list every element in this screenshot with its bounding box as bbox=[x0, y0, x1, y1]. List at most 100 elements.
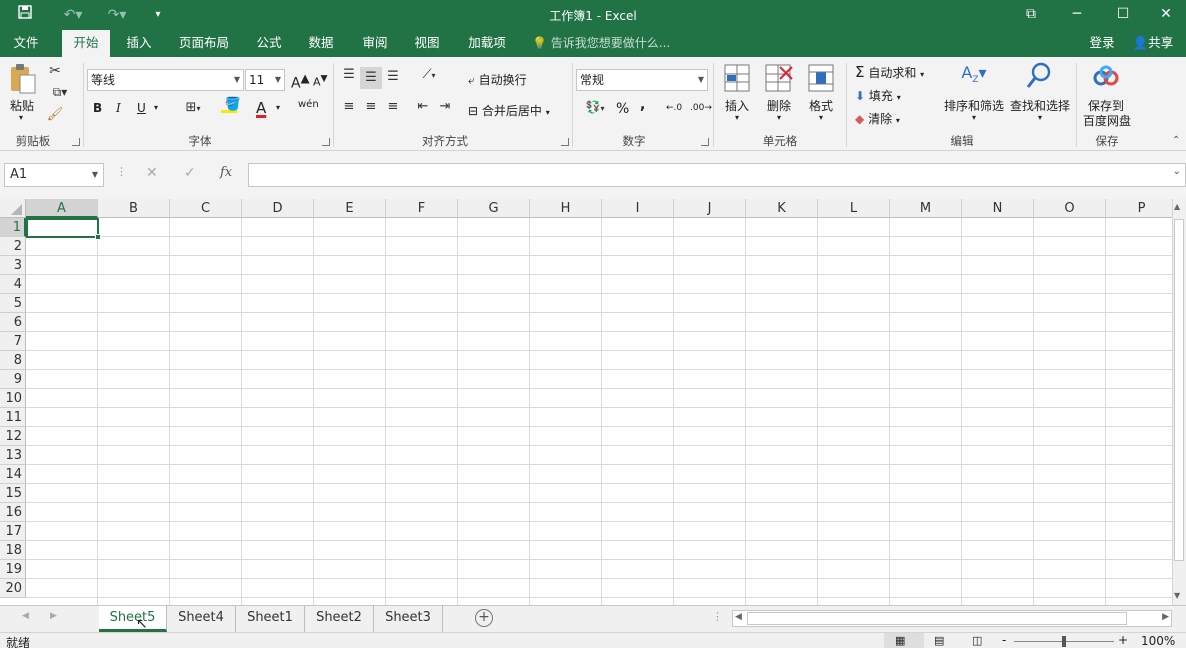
zoom-in-button[interactable]: + bbox=[1118, 633, 1128, 647]
row-header-15[interactable]: 15 bbox=[0, 484, 26, 503]
column-header-d[interactable]: D bbox=[242, 199, 314, 218]
tab-review[interactable]: 审阅 bbox=[354, 30, 396, 57]
shrink-font-button[interactable]: A▼ bbox=[313, 73, 328, 89]
grow-font-button[interactable]: A▲ bbox=[291, 71, 310, 92]
align-bottom-icon[interactable]: ☰ bbox=[384, 69, 402, 84]
row-header-6[interactable]: 6 bbox=[0, 313, 26, 332]
horizontal-scrollbar[interactable]: ◀ ▶ bbox=[732, 610, 1172, 627]
fill-button[interactable]: ⬇ 填充 ▾ bbox=[855, 87, 901, 104]
tell-me-box[interactable]: 💡 告诉我您想要做什么... bbox=[532, 30, 672, 57]
share-button[interactable]: 👤共享 bbox=[1126, 30, 1180, 57]
increase-indent-icon[interactable]: ⇥ bbox=[436, 99, 454, 114]
find-select-label[interactable]: 查找和选择 bbox=[1010, 97, 1070, 114]
underline-dropdown-icon[interactable]: ▾ bbox=[154, 103, 158, 112]
copy-icon[interactable]: ⧉▾ bbox=[46, 85, 74, 100]
column-header-g[interactable]: G bbox=[458, 199, 530, 218]
fill-handle[interactable] bbox=[95, 234, 101, 240]
row-header-1[interactable]: 1 bbox=[0, 218, 26, 237]
vertical-scrollbar[interactable]: ▲ ▼ bbox=[1172, 199, 1186, 605]
more-options-icon[interactable]: ⋮ bbox=[116, 165, 127, 178]
paste-dropdown-icon[interactable]: ▾ bbox=[19, 113, 23, 122]
add-sheet-button[interactable]: + bbox=[475, 609, 493, 627]
row-header-2[interactable]: 2 bbox=[0, 237, 26, 256]
column-header-b[interactable]: B bbox=[98, 199, 170, 218]
prev-sheet-icon[interactable]: ◀ bbox=[22, 611, 29, 621]
column-header-n[interactable]: N bbox=[962, 199, 1034, 218]
column-header-f[interactable]: F bbox=[386, 199, 458, 218]
orientation-icon[interactable]: ⟋▾ bbox=[414, 67, 444, 82]
confirm-entry-icon[interactable]: ✓ bbox=[184, 165, 196, 181]
login-link[interactable]: 登录 bbox=[1084, 30, 1120, 57]
column-header-o[interactable]: O bbox=[1034, 199, 1106, 218]
sheet-tab-sheet4[interactable]: Sheet4 bbox=[167, 606, 236, 632]
column-header-m[interactable]: M bbox=[890, 199, 962, 218]
row-header-16[interactable]: 16 bbox=[0, 503, 26, 522]
column-header-j[interactable]: J bbox=[674, 199, 746, 218]
decrease-indent-icon[interactable]: ⇤ bbox=[414, 99, 432, 114]
select-all-button[interactable] bbox=[0, 199, 26, 218]
row-header-20[interactable]: 20 bbox=[0, 579, 26, 598]
delete-cells-label[interactable]: 删除 bbox=[767, 97, 791, 114]
zoom-level[interactable]: 100% bbox=[1141, 634, 1175, 648]
align-middle-icon[interactable]: ☰ bbox=[360, 67, 382, 89]
phonetic-button[interactable]: wén bbox=[298, 99, 319, 110]
tab-home[interactable]: 开始 bbox=[62, 30, 110, 57]
row-header-13[interactable]: 13 bbox=[0, 446, 26, 465]
font-color-dropdown-icon[interactable]: ▾ bbox=[276, 103, 280, 112]
clear-button[interactable]: ◆ 清除 ▾ bbox=[855, 110, 900, 127]
vertical-scroll-thumb[interactable] bbox=[1174, 219, 1184, 561]
tab-formulas[interactable]: 公式 bbox=[248, 30, 290, 57]
align-top-icon[interactable]: ☰ bbox=[340, 67, 358, 82]
insert-cells-label[interactable]: 插入 bbox=[725, 97, 749, 114]
insert-function-button[interactable]: fx bbox=[220, 165, 232, 180]
baidu-netdisk-label[interactable]: 百度网盘 bbox=[1083, 112, 1131, 129]
wrap-text-button[interactable]: ⤶ 自动换行 bbox=[468, 71, 527, 88]
scroll-up-icon[interactable]: ▲ bbox=[1174, 202, 1180, 211]
autosum-button[interactable]: Σ 自动求和 ▾ bbox=[855, 63, 924, 81]
row-header-19[interactable]: 19 bbox=[0, 560, 26, 579]
scroll-right-icon[interactable]: ▶ bbox=[1162, 612, 1169, 622]
sheet-tab-sheet1[interactable]: Sheet1 bbox=[236, 606, 305, 632]
font-size-select[interactable]: 11 ▼ bbox=[245, 69, 285, 91]
comma-button[interactable]: , bbox=[640, 97, 645, 113]
active-cell[interactable] bbox=[26, 218, 101, 240]
decrease-decimal-button[interactable]: .00→ bbox=[690, 103, 712, 113]
row-header-9[interactable]: 9 bbox=[0, 370, 26, 389]
tab-split-handle-icon[interactable]: ⋮ bbox=[712, 610, 723, 623]
increase-decimal-button[interactable]: ←.0 bbox=[666, 103, 682, 113]
tab-file[interactable]: 文件 bbox=[0, 30, 52, 57]
scroll-left-icon[interactable]: ◀ bbox=[735, 612, 742, 622]
sort-filter-icon[interactable]: AZ▾ bbox=[958, 63, 990, 85]
number-format-select[interactable]: 常规 ▼ bbox=[576, 69, 708, 91]
column-header-p[interactable]: P bbox=[1106, 199, 1172, 218]
formula-input[interactable]: ⌄ bbox=[248, 163, 1186, 187]
row-header-17[interactable]: 17 bbox=[0, 522, 26, 541]
tab-addins[interactable]: 加载项 bbox=[460, 30, 514, 57]
merge-center-button[interactable]: ⊟ 合并后居中 ▾ bbox=[468, 102, 550, 119]
cut-icon[interactable]: ✂ bbox=[46, 63, 64, 79]
row-header-3[interactable]: 3 bbox=[0, 256, 26, 275]
tab-page-layout[interactable]: 页面布局 bbox=[172, 30, 236, 57]
minimize-button[interactable]: ─ bbox=[1054, 0, 1100, 30]
paste-label[interactable]: 粘贴 bbox=[10, 97, 34, 114]
insert-cells-icon[interactable] bbox=[722, 63, 752, 96]
percent-button[interactable]: % bbox=[616, 101, 629, 117]
name-box[interactable]: A1 ▼ bbox=[4, 163, 104, 187]
column-header-h[interactable]: H bbox=[530, 199, 602, 218]
zoom-slider-thumb[interactable] bbox=[1062, 636, 1066, 647]
row-header-5[interactable]: 5 bbox=[0, 294, 26, 313]
tab-insert[interactable]: 插入 bbox=[116, 30, 162, 57]
align-left-icon[interactable]: ≡ bbox=[340, 99, 358, 114]
column-header-e[interactable]: E bbox=[314, 199, 386, 218]
baidu-cloud-icon[interactable] bbox=[1090, 65, 1122, 92]
fill-color-icon[interactable]: 🪣 bbox=[218, 97, 248, 113]
number-launcher-icon[interactable] bbox=[701, 138, 709, 146]
find-select-icon[interactable] bbox=[1024, 61, 1054, 94]
row-header-7[interactable]: 7 bbox=[0, 332, 26, 351]
column-header-a[interactable]: A bbox=[26, 199, 98, 218]
collapse-ribbon-icon[interactable]: ⌃ bbox=[1172, 135, 1180, 146]
horizontal-scroll-thumb[interactable] bbox=[747, 612, 1127, 625]
next-sheet-icon[interactable]: ▶ bbox=[50, 611, 57, 621]
chevron-down-icon[interactable]: ▾ bbox=[972, 113, 976, 122]
format-painter-icon[interactable]: 🖌 bbox=[46, 107, 64, 122]
